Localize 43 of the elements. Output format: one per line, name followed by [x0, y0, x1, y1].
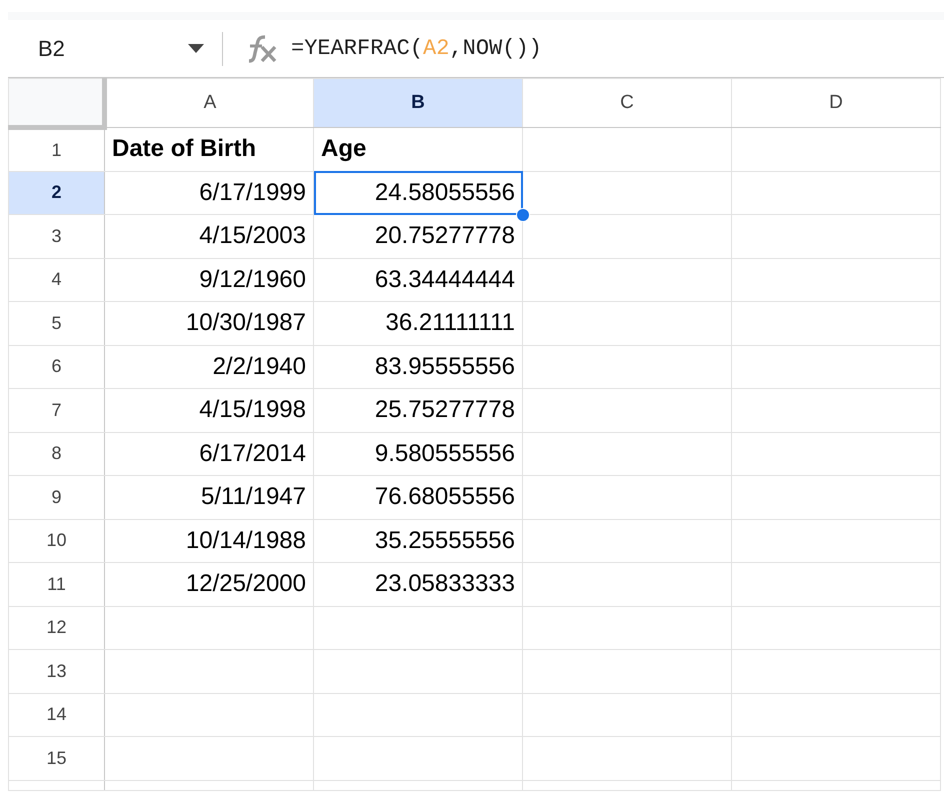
row-header[interactable]: 6 — [8, 345, 104, 388]
table-cell[interactable]: 23.05833333 — [314, 562, 522, 606]
table-cell[interactable]: 35.25555556 — [314, 519, 522, 562]
table-cell[interactable]: 10/30/1987 — [104, 302, 314, 345]
table-cell[interactable]: 9/12/1960 — [104, 258, 314, 302]
fill-handle[interactable] — [516, 208, 530, 222]
table-cell[interactable]: 12/25/2000 — [104, 562, 314, 606]
table-cell[interactable]: 36.21111111 — [314, 302, 522, 345]
table-cell[interactable]: 6/17/2014 — [104, 432, 314, 476]
name-box[interactable]: B2 — [8, 32, 188, 65]
table-cell[interactable]: 2/2/1940 — [104, 345, 314, 388]
row-header[interactable]: 13 — [8, 650, 104, 693]
table-cell[interactable]: 10/14/1988 — [104, 519, 314, 562]
row-header[interactable]: 4 — [8, 258, 104, 302]
row-header[interactable]: 11 — [8, 562, 104, 606]
formula-field[interactable]: =YEARFRAC(A2,NOW()) — [291, 32, 542, 65]
column-header[interactable]: C — [522, 78, 732, 128]
table-cell[interactable]: 4/15/1998 — [104, 388, 314, 432]
row-header[interactable]: 5 — [8, 302, 104, 345]
column-header[interactable]: B — [314, 78, 522, 128]
table-cell[interactable]: 76.68055556 — [314, 476, 522, 519]
row-header[interactable]: 2 — [8, 171, 104, 214]
table-cell[interactable]: 4/15/2003 — [104, 214, 314, 258]
column-header[interactable]: A — [104, 78, 314, 128]
row-header[interactable]: 15 — [8, 736, 104, 780]
row-header[interactable]: 12 — [8, 606, 104, 650]
table-cell[interactable]: 83.95555556 — [314, 345, 522, 388]
table-cell[interactable]: 25.75277778 — [314, 388, 522, 432]
table-cell[interactable]: 5/11/1947 — [104, 476, 314, 519]
row-header[interactable]: 1 — [8, 128, 104, 171]
caret-icon[interactable] — [188, 44, 204, 54]
table-cell[interactable]: 9.580555556 — [314, 432, 522, 476]
table-cell[interactable]: 63.34444444 — [314, 258, 522, 302]
row-header[interactable]: 14 — [8, 693, 104, 736]
table-cell[interactable]: 6/17/1999 — [104, 171, 314, 214]
row-header[interactable]: 8 — [8, 432, 104, 476]
header-cell[interactable]: Date of Birth — [104, 128, 314, 171]
row-header[interactable]: 7 — [8, 388, 104, 432]
row-header[interactable]: 10 — [8, 519, 104, 562]
column-header[interactable]: D — [732, 78, 940, 128]
row-header[interactable]: 3 — [8, 214, 104, 258]
active-cell[interactable]: 24.58055556 — [314, 171, 522, 214]
row-header[interactable]: 9 — [8, 476, 104, 519]
